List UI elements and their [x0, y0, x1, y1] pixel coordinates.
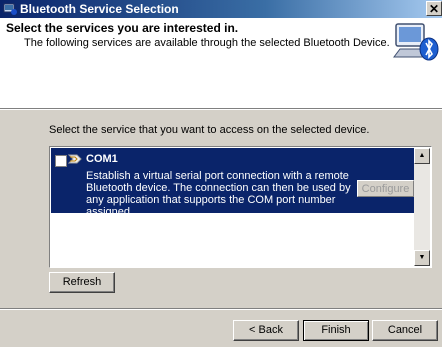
service-list[interactable]: COM1 Establish a virtual serial port con… — [49, 146, 432, 268]
serial-port-icon — [68, 154, 82, 164]
service-checkbox[interactable] — [55, 155, 67, 167]
header-separator — [0, 109, 442, 110]
back-button[interactable]: < Back — [233, 320, 299, 341]
configure-button[interactable]: Configure — [357, 180, 414, 197]
close-button[interactable]: ✕ — [426, 1, 442, 16]
window-title: Bluetooth Service Selection — [20, 2, 179, 16]
scroll-down-button[interactable]: ▼ — [414, 250, 430, 266]
service-prompt: Select the service that you want to acce… — [49, 124, 370, 136]
finish-button[interactable]: Finish — [303, 320, 369, 341]
service-list-viewport: COM1 Establish a virtual serial port con… — [51, 148, 415, 266]
bluetooth-computer-icon — [393, 23, 439, 61]
list-scrollbar[interactable]: ▲ ▼ — [414, 148, 430, 266]
wizard-header: Select the services you are interested i… — [0, 18, 442, 109]
service-name: COM1 — [86, 153, 118, 165]
service-description: Establish a virtual serial port connecti… — [86, 170, 351, 218]
header-title: Select the services you are interested i… — [6, 21, 239, 35]
footer-separator — [0, 308, 442, 310]
refresh-button[interactable]: Refresh — [49, 272, 115, 293]
header-subtitle: The following services are available thr… — [24, 37, 390, 49]
cancel-button[interactable]: Cancel — [372, 320, 438, 341]
scroll-up-button[interactable]: ▲ — [414, 148, 430, 164]
service-item-com1[interactable]: COM1 Establish a virtual serial port con… — [51, 148, 415, 218]
title-bar: Bluetooth Service Selection ✕ — [0, 0, 442, 18]
bluetooth-window-icon — [3, 3, 17, 15]
